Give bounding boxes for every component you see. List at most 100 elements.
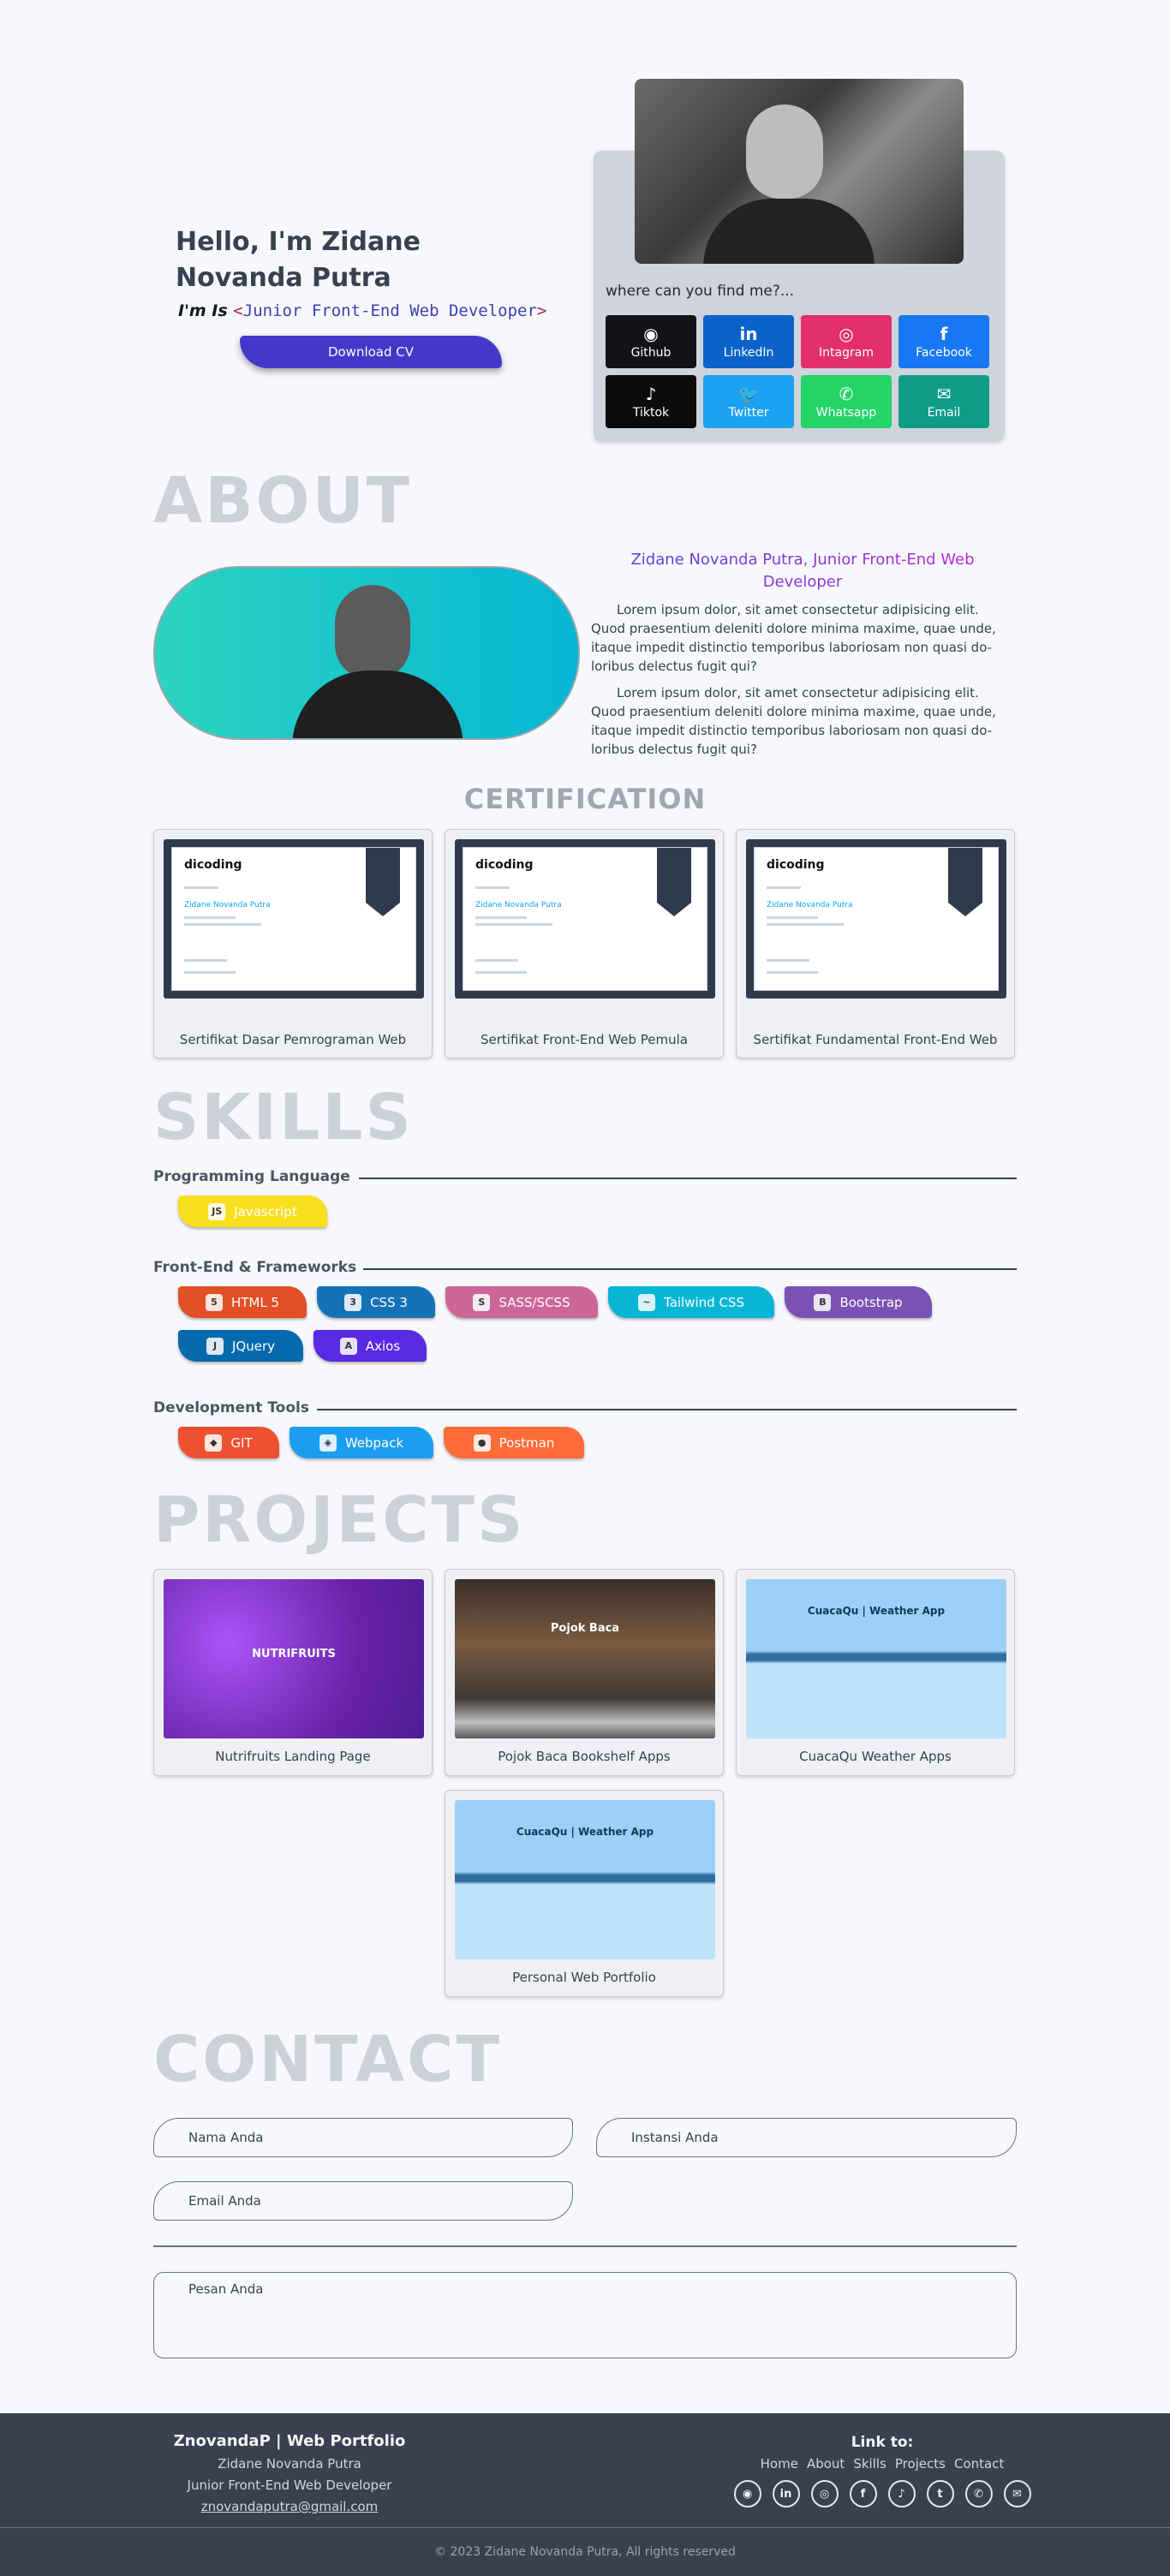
social-label: Twitter	[728, 405, 769, 420]
whatsapp-icon: ✆	[839, 383, 854, 404]
project-caption: CuacaQu Weather Apps	[799, 1749, 952, 1764]
certificate-caption: Sertifikat Front-End Web Pemula	[481, 1032, 688, 1047]
social-button-facebook[interactable]: f Facebook	[898, 315, 989, 368]
certificate-image: dicoding Zidane Novanda Putra	[455, 839, 715, 999]
project-card[interactable]: CuacaQu | Weather App Personal Web Portfo…	[445, 1790, 724, 1997]
skill-icon: J	[206, 1337, 224, 1355]
footer-link-home[interactable]: Home	[761, 2456, 798, 2472]
certificate-name: Zidane Novanda Putra	[475, 901, 562, 909]
email-icon[interactable]: ✉	[1003, 2480, 1031, 2507]
social-button-whatsapp[interactable]: ✆ Whatsapp	[801, 375, 892, 428]
linkedin-icon[interactable]: in	[772, 2480, 800, 2507]
skill-icon: ~	[638, 1293, 656, 1311]
certificate-text-line	[767, 959, 809, 962]
skill-icon: A	[339, 1337, 357, 1355]
instansi-input[interactable]	[596, 2118, 1017, 2157]
project-card[interactable]: NUTRIFRUITS Nutrifruits Landing Page	[153, 1569, 433, 1776]
certificate-text-line	[475, 886, 510, 889]
skill-icon: B	[814, 1293, 832, 1311]
instagram-icon[interactable]: ◎	[810, 2480, 839, 2507]
project-caption: Pojok Baca Bookshelf Apps	[498, 1749, 671, 1764]
footer-link-skills[interactable]: Skills	[853, 2456, 886, 2472]
certificate-name: Zidane Novanda Putra	[767, 901, 853, 909]
instagram-icon: ◎	[839, 323, 854, 344]
skill-chip-webpack: ◈ Webpack	[290, 1427, 433, 1458]
about-paragraph-1: Lorem ipsum dolor, sit amet consectetur …	[591, 602, 996, 674]
skill-chip-git: ◆ GIT	[178, 1427, 279, 1458]
linkedin-icon: in	[739, 323, 758, 344]
skills-title: SKILLS	[153, 1081, 414, 1154]
social-label: Email	[927, 405, 961, 420]
social-label: Whatsapp	[815, 405, 877, 420]
facebook-icon: f	[940, 323, 948, 344]
footer: ZnovandaP | Web Portfolio Zidane Novanda…	[0, 2413, 1170, 2576]
certificate-card[interactable]: dicoding Zidane Novanda Putra Sertifikat F…	[445, 829, 724, 1058]
skill-group-divider	[363, 1268, 1017, 1270]
skill-label: JQuery	[231, 1338, 275, 1354]
github-icon[interactable]: ◉	[733, 2480, 761, 2507]
about-name-line: Zidane Novanda Putra, Junior Front-End W…	[610, 549, 995, 593]
tiktok-icon[interactable]: ♪	[887, 2480, 916, 2507]
skill-label: Javascript	[234, 1203, 297, 1219]
certificate-text-line	[475, 923, 552, 926]
certificate-text-line	[767, 923, 844, 926]
skill-label: SASS/SCSS	[498, 1294, 570, 1310]
footer-link-projects[interactable]: Projects	[895, 2456, 946, 2472]
skill-chip-sass-scss: S SASS/SCSS	[445, 1286, 598, 1318]
project-thumbnail-title: NUTRIFRUITS	[252, 1648, 336, 1661]
contact-title: CONTACT	[153, 2023, 502, 2096]
social-button-intagram[interactable]: ◎ Intagram	[801, 315, 892, 368]
skill-icon: ◆	[205, 1434, 223, 1452]
project-card[interactable]: Pojok Baca Pojok Baca Bookshelf Apps	[445, 1569, 724, 1776]
message-input[interactable]	[153, 2272, 1017, 2358]
social-label: LinkedIn	[723, 345, 774, 360]
skill-chip-postman: ● Postman	[444, 1427, 584, 1458]
social-label: Intagram	[819, 345, 874, 360]
dicoding-logo: dicoding	[767, 858, 825, 872]
project-card[interactable]: CuacaQu | Weather App CuacaQu Weather App…	[736, 1569, 1015, 1776]
certificate-image: dicoding Zidane Novanda Putra	[164, 839, 424, 999]
hero-greeting: Hello, I'm Zidane Novanda Putra	[176, 227, 421, 293]
certificate-image: dicoding Zidane Novanda Putra	[746, 839, 1006, 999]
facebook-icon[interactable]: f	[849, 2480, 877, 2507]
hero-role-line: I'm Is <Junior Front-End Web Developer>	[178, 301, 546, 320]
tiktok-icon: ♪	[645, 383, 657, 404]
social-button-linkedin[interactable]: in LinkedIn	[703, 315, 794, 368]
social-button-github[interactable]: ◉ Github	[606, 315, 696, 368]
name-input[interactable]	[153, 2118, 573, 2157]
download-cv-button[interactable]: Download CV	[240, 336, 502, 368]
certificate-caption: Sertifikat Dasar Pemrograman Web	[179, 1032, 407, 1047]
social-button-twitter[interactable]: 🐦 Twitter	[703, 375, 794, 428]
certificate-card[interactable]: dicoding Zidane Novanda Putra Sertifikat F…	[736, 829, 1015, 1058]
footer-name: Zidane Novanda Putra	[218, 2456, 361, 2472]
social-label: Facebook	[916, 345, 972, 360]
whatsapp-icon[interactable]: ✆	[964, 2480, 993, 2507]
social-button-email[interactable]: ✉ Email	[898, 375, 989, 428]
skill-group-divider	[317, 1409, 1017, 1410]
skill-label: Tailwind CSS	[664, 1294, 744, 1310]
project-caption: Personal Web Portfolio	[512, 1970, 656, 1985]
certificate-text-line	[184, 923, 261, 926]
role-bracket-close: >	[536, 301, 547, 320]
footer-role: Junior Front-End Web Developer	[187, 2478, 392, 2493]
email-input[interactable]	[153, 2181, 573, 2221]
twitter-icon[interactable]: t	[926, 2480, 954, 2507]
footer-email-link[interactable]: znovandaputra@gmail.com	[161, 2499, 418, 2514]
footer-link-contact[interactable]: Contact	[954, 2456, 1004, 2472]
role-bracket-open: <	[233, 301, 243, 320]
social-label: Tiktok	[632, 405, 670, 420]
certificate-text-line	[475, 971, 527, 974]
social-button-tiktok[interactable]: ♪ Tiktok	[606, 375, 696, 428]
certificate-text-line	[184, 971, 236, 974]
twitter-icon: 🐦	[737, 383, 760, 404]
dicoding-logo: dicoding	[475, 858, 534, 872]
project-thumbnail-title: CuacaQu | Weather App	[516, 1826, 654, 1838]
footer-link-title: Link to:	[851, 2434, 914, 2451]
skill-chip-axios: A Axios	[313, 1330, 427, 1362]
certificate-name: Zidane Novanda Putra	[184, 901, 271, 909]
skill-chip-jquery: J JQuery	[178, 1330, 303, 1362]
badge-ribbon-icon	[366, 848, 400, 916]
certificate-card[interactable]: dicoding Zidane Novanda Putra Sertifikat D…	[153, 829, 433, 1058]
footer-nav: Home About Skills Projects Contact	[737, 2456, 1028, 2472]
footer-link-about[interactable]: About	[807, 2456, 845, 2472]
